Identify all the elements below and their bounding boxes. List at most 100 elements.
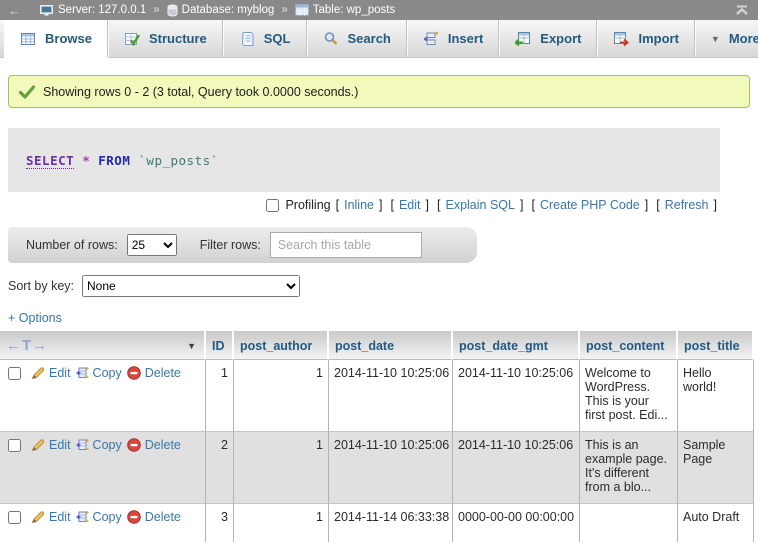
insert-icon [423,31,439,47]
tab-structure[interactable]: Structure [108,20,223,57]
sort-by-key-label: Sort by key: [8,279,74,293]
collapse-panel-icon[interactable] [734,5,750,16]
tab-import[interactable]: Import [597,20,694,57]
copy-icon [76,438,89,452]
column-header-post-date-gmt[interactable]: post_date_gmt [453,331,580,360]
table-row: Edit Copy Delete 3 1 2014-11-14 06:33:38… [0,504,754,542]
export-icon [515,31,531,47]
column-header-id[interactable]: ID [206,331,234,360]
tab-sql[interactable]: SQL [223,20,307,57]
edit-label: Edit [49,366,71,380]
cell-id[interactable]: 3 [206,504,234,542]
delete-row-link[interactable]: Delete [127,438,181,452]
cell-post-content[interactable] [580,504,678,542]
copy-label: Copy [93,366,122,380]
edit-row-link[interactable]: Edit [31,510,71,524]
cell-post-date-gmt[interactable]: 2014-11-10 10:25:06 [453,432,580,504]
cell-post-author[interactable]: 1 [234,432,329,504]
delete-label: Delete [145,438,181,452]
breadcrumb-server-link[interactable]: Server: 127.0.0.1 [40,4,146,17]
bracket: [ [336,198,339,212]
cell-post-title[interactable]: Auto Draft [678,504,754,542]
sort-by-key-select[interactable]: None [82,275,300,297]
status-message-text: Showing rows 0 - 2 (3 total, Query took … [43,85,358,99]
profiling-checkbox[interactable] [266,199,279,212]
column-header-post-date[interactable]: post_date [329,331,453,360]
breadcrumb-database-link[interactable]: Database: myblog [167,4,275,17]
tab-more-label: More [729,31,758,46]
edit-row-link[interactable]: Edit [31,366,71,380]
chevron-down-icon: ▼ [711,34,720,44]
cell-post-title[interactable]: Sample Page [678,432,754,504]
number-of-rows-label: Number of rows: [26,238,118,252]
cell-post-date-gmt[interactable]: 0000-00-00 00:00:00 [453,504,580,542]
breadcrumb-table-label: Table: wp_posts [313,4,395,16]
table-icon [295,4,309,16]
tab-browse-label: Browse [45,31,92,46]
copy-row-link[interactable]: Copy [76,438,122,452]
tab-import-label: Import [638,31,678,46]
sql-icon [239,31,255,47]
tab-search[interactable]: Search [307,20,407,57]
import-icon [613,31,629,47]
edit-row-link[interactable]: Edit [31,438,71,452]
bracket: ] [520,198,523,212]
cell-post-content[interactable]: Welcome to WordPress. This is your first… [580,360,678,432]
tab-more[interactable]: ▼ More [695,20,758,57]
column-header-post-author[interactable]: post_author [234,331,329,360]
query-options-row: Profiling [ Inline ] [ Edit ] [ Explain … [0,195,720,215]
structure-icon [124,31,140,47]
profiling-label: Profiling [285,198,330,212]
column-header-post-content[interactable]: post_content [580,331,678,360]
cell-post-date[interactable]: 2014-11-10 10:25:06 [329,432,453,504]
sql-keyword-from: FROM [98,153,130,168]
edit-query-link[interactable]: Edit [399,198,421,212]
cell-post-date-gmt[interactable]: 2014-11-10 10:25:06 [453,360,580,432]
transpose-control[interactable]: ←T→ [6,337,48,354]
breadcrumb-table-link[interactable]: Table: wp_posts [295,4,395,16]
back-arrow-icon[interactable]: ← [8,3,21,18]
server-icon [40,4,54,17]
row-select-checkbox[interactable] [8,511,21,524]
tab-insert[interactable]: Insert [407,20,499,57]
create-php-code-link[interactable]: Create PHP Code [540,198,640,212]
tab-export[interactable]: Export [499,20,597,57]
cell-post-title[interactable]: Hello world! [678,360,754,432]
copy-row-link[interactable]: Copy [76,510,122,524]
column-header-post-title[interactable]: post_title [678,331,754,360]
pencil-icon [31,510,45,524]
browse-icon [20,31,36,47]
breadcrumb-server-label: Server: 127.0.0.1 [58,4,146,16]
cell-id[interactable]: 1 [206,360,234,432]
sort-caret-icon[interactable]: ▼ [187,341,198,351]
inline-link[interactable]: Inline [344,198,374,212]
row-select-checkbox[interactable] [8,439,21,452]
row-controls-bar: Number of rows: 25 Filter rows: [8,227,477,263]
options-toggle-link[interactable]: + Options [8,311,758,328]
delete-row-link[interactable]: Delete [127,510,181,524]
sql-query-text: SELECT * FROM `wp_posts` [26,153,219,169]
sql-keyword-select-link[interactable]: SELECT [26,153,74,169]
tab-export-label: Export [540,31,581,46]
phpmyadmin-page: ← Server: 127.0.0.1 » Database: myblog »… [0,0,758,542]
filter-rows-input[interactable] [270,232,422,258]
cell-post-content[interactable]: This is an example page. It's different … [580,432,678,504]
copy-row-link[interactable]: Copy [76,366,122,380]
cell-id[interactable]: 2 [206,432,234,504]
tab-browse[interactable]: Browse [4,20,108,57]
delete-icon [127,366,141,380]
number-of-rows-select[interactable]: 25 [127,234,177,256]
refresh-link[interactable]: Refresh [665,198,709,212]
explain-sql-link[interactable]: Explain SQL [445,198,514,212]
bracket: ] [379,198,382,212]
tab-insert-label: Insert [448,31,483,46]
cell-post-date[interactable]: 2014-11-14 06:33:38 [329,504,453,542]
cell-post-author[interactable]: 1 [234,360,329,432]
copy-label: Copy [93,510,122,524]
filter-rows-label: Filter rows: [200,238,261,252]
delete-row-link[interactable]: Delete [127,366,181,380]
row-select-checkbox[interactable] [8,367,21,380]
cell-post-author[interactable]: 1 [234,504,329,542]
search-icon [323,31,339,47]
cell-post-date[interactable]: 2014-11-10 10:25:06 [329,360,453,432]
